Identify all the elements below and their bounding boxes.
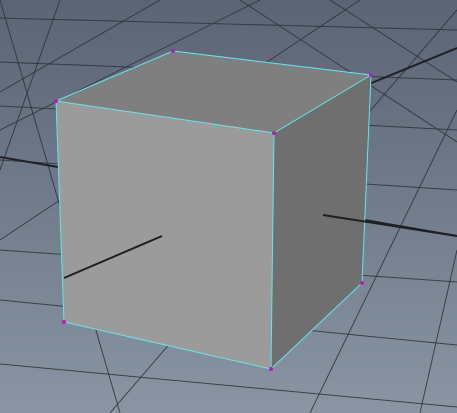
3d-viewport[interactable]	[0, 0, 457, 413]
vertex	[54, 99, 58, 103]
vertex	[360, 281, 364, 285]
vertex	[171, 49, 175, 53]
vertex	[272, 131, 276, 135]
vertex	[62, 320, 66, 324]
vertex	[269, 367, 273, 371]
vertex	[369, 73, 373, 77]
viewport-scene[interactable]	[0, 0, 457, 413]
